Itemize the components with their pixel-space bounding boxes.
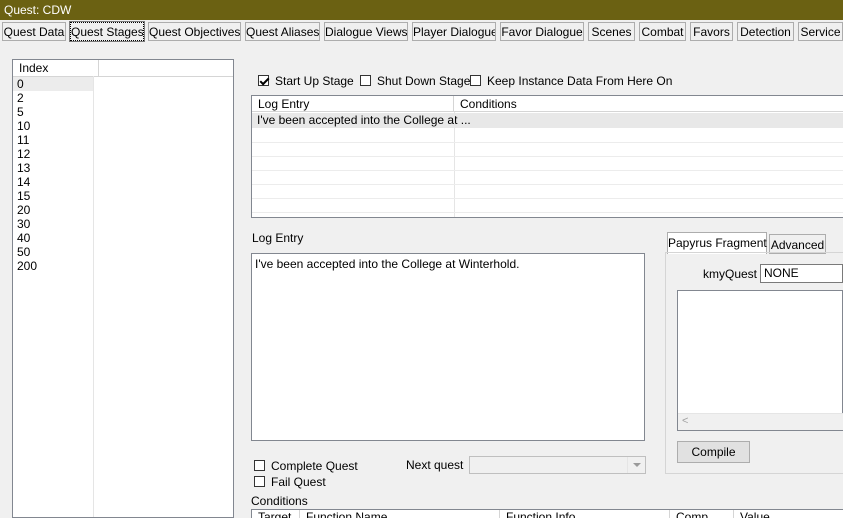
kmyquest-label: kmyQuest — [703, 267, 758, 281]
list-item[interactable]: 200 — [13, 259, 233, 273]
start-up-stage-checkbox[interactable] — [258, 75, 269, 86]
column-header-target[interactable]: Target — [252, 510, 300, 518]
column-header-function-name[interactable]: Function Name — [300, 510, 500, 518]
log-entry-label: Log Entry — [252, 231, 304, 245]
tab-combat[interactable]: Combat — [639, 22, 686, 41]
chevron-down-icon[interactable] — [627, 457, 645, 473]
row-divider — [252, 170, 843, 171]
tab-detection[interactable]: Detection — [737, 22, 794, 41]
list-item[interactable]: 20 — [13, 203, 233, 217]
papyrus-script-box[interactable]: < — [677, 290, 843, 431]
tab-bar: Quest Data Quest Stages Quest Objectives… — [0, 20, 843, 44]
log-entry-table[interactable]: Log Entry Conditions I've been accepted … — [251, 95, 843, 218]
tab-scenes[interactable]: Scenes — [588, 22, 635, 41]
tab-favor-dialogue[interactable]: Favor Dialogue — [500, 22, 584, 41]
stage-list-header: Index — [13, 60, 233, 77]
tab-service[interactable]: Service — [798, 22, 843, 41]
row-divider — [252, 142, 843, 143]
tab-favors[interactable]: Favors — [690, 22, 733, 41]
column-header-function-info[interactable]: Function Info — [500, 510, 670, 518]
complete-quest-checkbox[interactable] — [254, 460, 265, 471]
column-divider — [454, 112, 455, 217]
start-up-stage-label: Start Up Stage — [275, 74, 354, 88]
list-item[interactable]: 13 — [13, 161, 233, 175]
horizontal-scrollbar[interactable]: < — [678, 413, 843, 430]
row-divider — [252, 212, 843, 213]
column-header-log-entry[interactable]: Log Entry — [252, 96, 454, 112]
stage-index-list[interactable]: Index 0 2 5 10 11 12 13 14 15 20 30 40 50 200 — [12, 59, 234, 518]
list-item[interactable]: 10 — [13, 119, 233, 133]
list-item[interactable]: 14 — [13, 175, 233, 189]
tab-dialogue-views[interactable]: Dialogue Views — [324, 22, 408, 41]
next-quest-label: Next quest — [406, 458, 464, 472]
shut-down-stage-checkbox[interactable] — [360, 75, 371, 86]
tab-quest-data[interactable]: Quest Data — [2, 22, 66, 41]
compile-button[interactable]: Compile — [677, 441, 750, 463]
column-header-value[interactable]: Value — [734, 510, 843, 518]
tab-papyrus-fragment[interactable]: Papyrus Fragment — [667, 232, 767, 254]
row-divider — [252, 198, 843, 199]
column-header-index[interactable]: Index — [13, 60, 99, 76]
window-title: Quest: CDW — [0, 0, 843, 20]
list-item[interactable]: 0 — [13, 77, 93, 91]
fail-quest-label: Fail Quest — [271, 475, 326, 489]
list-item[interactable]: 15 — [13, 189, 233, 203]
tab-quest-objectives[interactable]: Quest Objectives — [148, 22, 241, 41]
list-item[interactable]: 12 — [13, 147, 233, 161]
shut-down-stage-label: Shut Down Stage — [377, 74, 471, 88]
tab-player-dialogue[interactable]: Player Dialogue — [412, 22, 496, 41]
row-divider — [252, 184, 843, 185]
tab-advanced[interactable]: Advanced — [769, 234, 826, 254]
list-item[interactable]: 40 — [13, 231, 233, 245]
complete-quest-label: Complete Quest — [271, 459, 358, 473]
tab-quest-stages[interactable]: Quest Stages — [69, 21, 145, 42]
scroll-left-icon[interactable]: < — [682, 415, 688, 427]
stage-rows: 0 2 5 10 11 12 13 14 15 20 30 40 50 200 — [13, 77, 233, 273]
list-item[interactable]: 50 — [13, 245, 233, 259]
table-cell-log-entry: I've been accepted into the College at .… — [257, 113, 471, 127]
fail-quest-checkbox[interactable] — [254, 476, 265, 487]
column-header-conditions[interactable]: Conditions — [454, 96, 843, 112]
keep-instance-data-label: Keep Instance Data From Here On — [487, 74, 673, 88]
kmyquest-field[interactable]: NONE — [760, 264, 843, 283]
conditions-label: Conditions — [251, 494, 308, 508]
next-quest-dropdown[interactable] — [469, 456, 646, 474]
column-header-comp[interactable]: Comp — [670, 510, 734, 518]
log-entry-textarea[interactable]: I've been accepted into the College at W… — [251, 253, 645, 441]
conditions-table[interactable]: Target Function Name Function Info Comp … — [251, 509, 843, 518]
list-item[interactable]: 2 — [13, 91, 233, 105]
tab-quest-aliases[interactable]: Quest Aliases — [245, 22, 320, 41]
keep-instance-data-checkbox[interactable] — [470, 75, 481, 86]
list-item[interactable]: 11 — [13, 133, 233, 147]
list-item[interactable]: 30 — [13, 217, 233, 231]
row-divider — [252, 156, 843, 157]
list-item[interactable]: 5 — [13, 105, 233, 119]
